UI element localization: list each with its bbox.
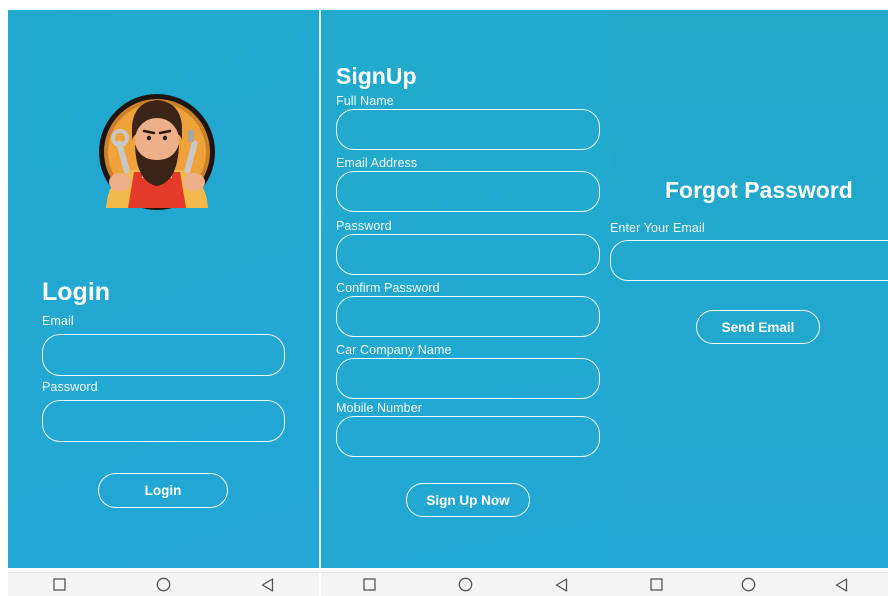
forgot-password-screen: Forgot Password Enter Your Email Send Em… [610,10,888,568]
full-name-input[interactable] [336,109,600,150]
confirm-password-input[interactable] [336,296,600,337]
home-icon[interactable] [155,577,171,593]
back-icon[interactable] [259,577,275,593]
android-navbar [610,572,888,596]
password-label: Password [42,380,98,394]
back-icon[interactable] [834,577,850,593]
login-button[interactable]: Login [98,473,228,508]
signup-screen: SignUp Full Name Email Address Password … [321,10,610,568]
login-screen: Login Email Password Login [8,10,319,568]
back-icon[interactable] [554,577,570,593]
recent-apps-icon[interactable] [361,577,377,593]
recent-apps-icon[interactable] [52,577,68,593]
enter-email-label: Enter Your Email [610,221,705,235]
android-navbar [321,572,610,596]
password-label: Password [336,219,392,233]
email-input[interactable] [42,334,285,376]
home-icon[interactable] [457,577,473,593]
email-address-input[interactable] [336,171,600,212]
email-address-label: Email Address [336,156,418,170]
car-company-input[interactable] [336,358,600,399]
confirm-password-label: Confirm Password [336,281,440,295]
forgot-title: Forgot Password [665,177,853,203]
mobile-number-label: Mobile Number [336,401,423,415]
login-title: Login [42,278,111,306]
send-email-button[interactable]: Send Email [696,310,820,344]
password-input[interactable] [336,234,600,275]
home-icon[interactable] [741,577,757,593]
recent-apps-icon[interactable] [648,577,664,593]
android-navbar [8,572,319,596]
password-input[interactable] [42,400,285,442]
mechanic-logo [99,94,215,210]
full-name-label: Full Name [336,94,394,108]
reset-email-input[interactable] [610,240,888,281]
sign-up-button[interactable]: Sign Up Now [406,483,530,517]
email-label: Email [42,314,74,328]
signup-title: SignUp [336,63,417,89]
car-company-label: Car Company Name [336,343,452,357]
mobile-number-input[interactable] [336,416,600,457]
